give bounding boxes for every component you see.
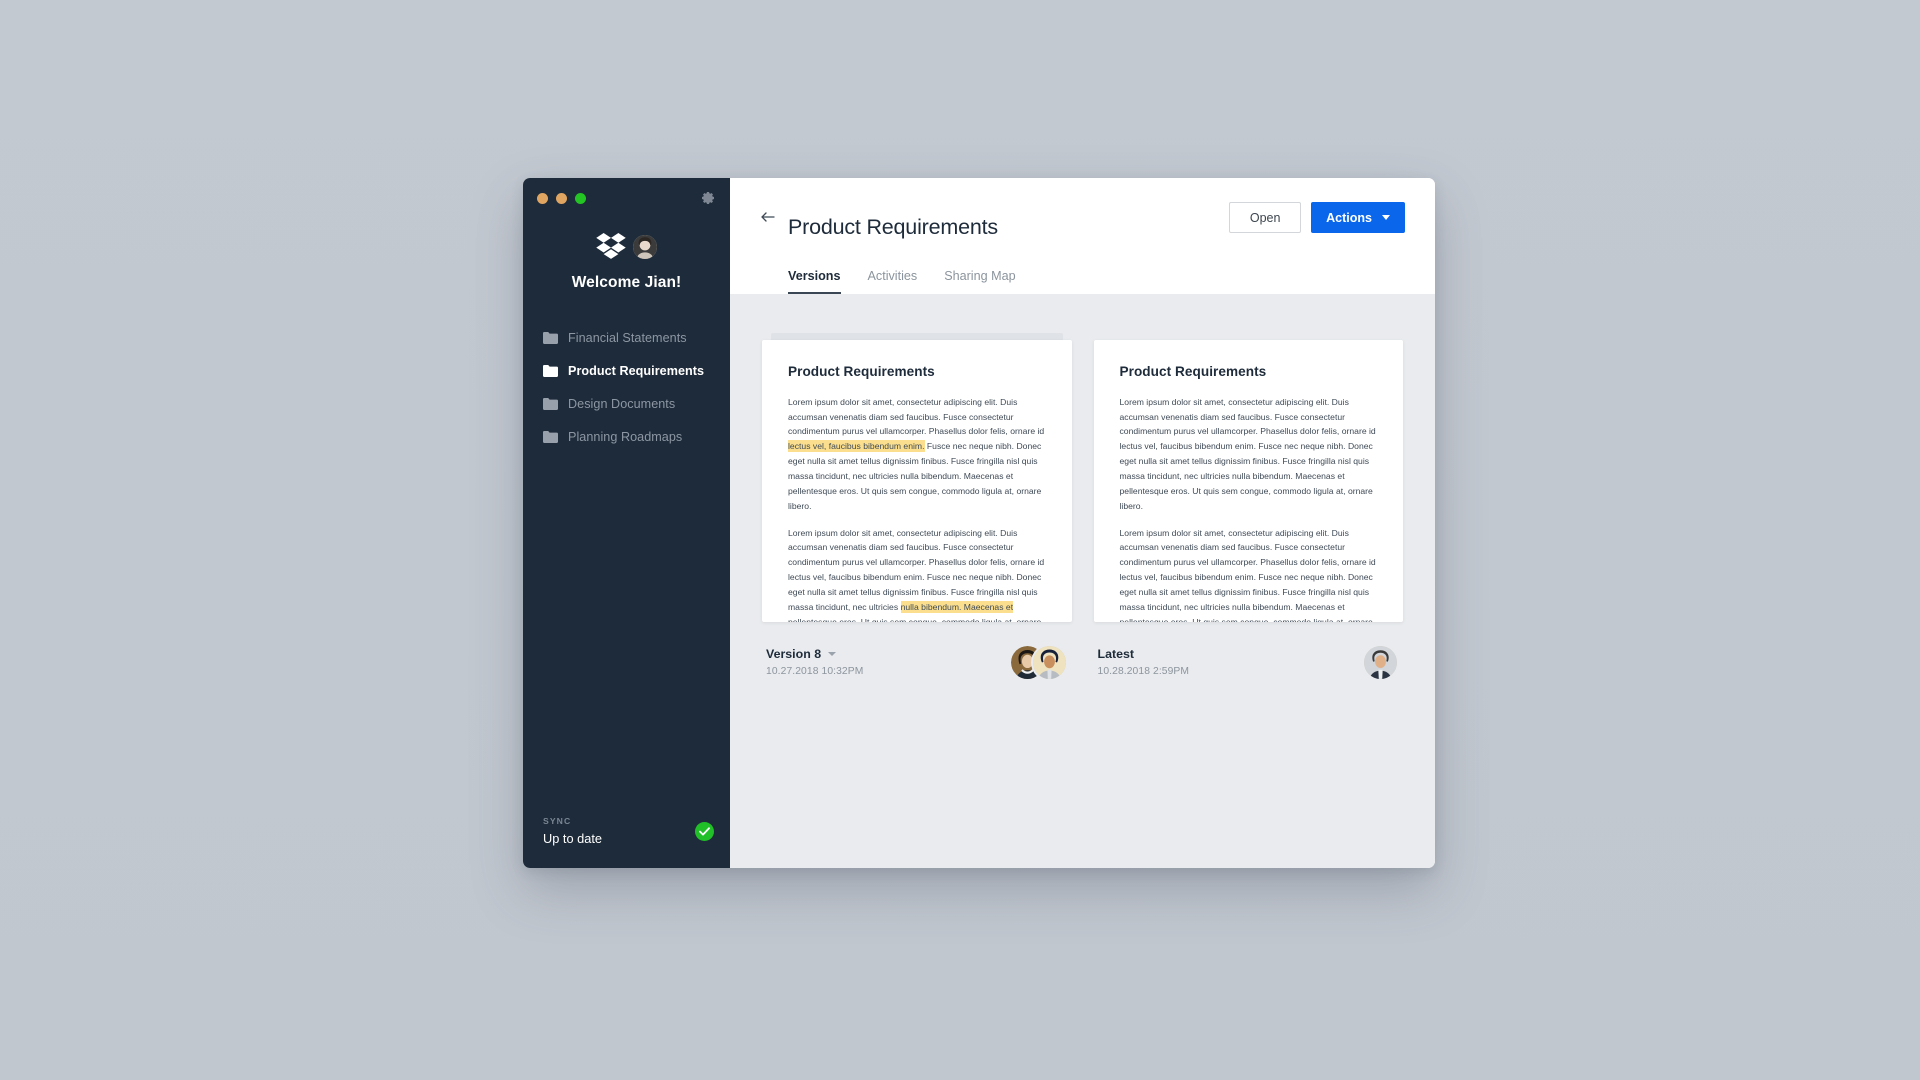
sidebar-item-product-requirements[interactable]: Product Requirements: [543, 361, 730, 381]
version-name-row: Latest: [1098, 647, 1190, 661]
document-stack: Product Requirements Lorem ipsum dolor s…: [762, 332, 1072, 622]
brand-row: [596, 232, 657, 262]
sync-status-text: Up to date: [543, 831, 603, 846]
tab-activities[interactable]: Activities: [868, 269, 918, 294]
sidebar-item-label: Financial Statements: [568, 331, 687, 345]
version-name: Version 8: [766, 647, 822, 662]
avatar: [633, 235, 657, 259]
version-column-left: Product Requirements Lorem ipsum dolor s…: [762, 332, 1072, 868]
tab-bar: Versions Activities Sharing Map: [760, 269, 1405, 294]
avatar[interactable]: [1364, 645, 1397, 679]
highlighted-text: lectus vel, faucibus bibendum enim.: [788, 440, 925, 453]
sidebar-item-label: Design Documents: [568, 397, 676, 411]
version-name-row: Version 8: [766, 647, 863, 661]
version-name: Latest: [1097, 647, 1135, 662]
version-timestamp: 10.28.2018 2:59PM: [1097, 666, 1190, 678]
open-button[interactable]: Open: [1229, 202, 1302, 233]
sidebar-item-design-documents[interactable]: Design Documents: [543, 394, 730, 414]
document-title: Product Requirements: [1119, 363, 1267, 379]
sync-text: SYNC Up to date: [543, 816, 602, 846]
version-collaborator-avatars: [1364, 645, 1399, 679]
sync-status-block: SYNC Up to date: [523, 816, 730, 868]
gear-icon[interactable]: [700, 190, 716, 206]
sidebar: Welcome Jian! Financial Statements Produ…: [523, 178, 730, 868]
arrow-left-icon[interactable]: [760, 209, 776, 225]
actions-button-label: Actions: [1326, 210, 1372, 225]
window-titlebar: [523, 178, 730, 218]
document-stack: Product Requirements Lorem ipsum dolor s…: [1093, 339, 1403, 622]
chevron-down-icon: [1382, 215, 1390, 220]
folder-icon: [543, 398, 558, 410]
traffic-lights: [537, 192, 586, 204]
document-paragraph: Lorem ipsum dolor sit amet, consectetur …: [788, 395, 1046, 514]
desktop-background: Welcome Jian! Financial Statements Produ…: [0, 0, 1920, 1080]
document-preview-card[interactable]: Product Requirements Lorem ipsum dolor s…: [1093, 339, 1403, 622]
document-preview-card[interactable]: Product Requirements Lorem ipsum dolor s…: [762, 339, 1072, 622]
version-meta: Latest 10.28.2018 2:59PM: [1098, 647, 1190, 677]
sync-label: SYNC: [543, 816, 572, 826]
check-circle-icon: [695, 821, 714, 841]
main-panel: Product Requirements Open Actions Versio…: [730, 178, 1435, 868]
sidebar-nav: Financial Statements Product Requirement…: [523, 328, 730, 447]
tab-sharing-map[interactable]: Sharing Map: [944, 269, 1015, 294]
welcome-message: Welcome Jian!: [571, 274, 682, 291]
sidebar-item-label: Product Requirements: [568, 364, 705, 378]
maximize-window-button[interactable]: [575, 192, 586, 204]
header-top-row: Product Requirements Open Actions: [760, 200, 1405, 257]
dropbox-logo-icon: [596, 233, 626, 259]
paragraph-post-text: pellentesque eros. Ut quis sem congue, c…: [788, 617, 1041, 622]
version-timestamp: 10.27.2018 10:32PM: [766, 666, 864, 678]
sidebar-item-planning-roadmaps[interactable]: Planning Roadmaps: [543, 427, 730, 447]
highlighted-text: nulla bibendum. Maecenas et: [900, 600, 1014, 613]
version-footer: Latest 10.28.2018 2:59PM: [1094, 622, 1404, 679]
folder-icon: [543, 332, 558, 344]
header-actions: Open Actions: [1229, 200, 1405, 233]
paragraph-pre-text: Lorem ipsum dolor sit amet, consectetur …: [788, 527, 1045, 612]
sidebar-item-label: Planning Roadmaps: [568, 430, 683, 444]
page-title: Product Requirements: [788, 215, 998, 240]
avatar[interactable]: [1032, 645, 1066, 679]
version-footer: Version 8 10.27.2018 10:32PM: [762, 622, 1072, 679]
dropbox-app-window: Welcome Jian! Financial Statements Produ…: [523, 178, 1435, 868]
document-title: Product Requirements: [788, 363, 935, 379]
sidebar-item-financial-statements[interactable]: Financial Statements: [543, 328, 730, 348]
version-meta: Version 8 10.27.2018 10:32PM: [766, 647, 863, 677]
minimize-window-button[interactable]: [556, 192, 567, 204]
close-window-button[interactable]: [537, 192, 548, 204]
folder-icon: [543, 365, 558, 377]
versions-content: Product Requirements Lorem ipsum dolor s…: [730, 294, 1435, 868]
document-paragraph: Lorem ipsum dolor sit amet, consectetur …: [788, 526, 1046, 622]
paragraph-pre-text: Lorem ipsum dolor sit amet, consectetur …: [788, 396, 1045, 437]
sidebar-brand-block: Welcome Jian!: [523, 232, 730, 292]
tab-versions[interactable]: Versions: [788, 269, 841, 294]
main-header: Product Requirements Open Actions Versio…: [730, 178, 1435, 294]
chevron-down-icon[interactable]: [828, 652, 837, 657]
version-column-right: Product Requirements Lorem ipsum dolor s…: [1093, 339, 1404, 868]
document-paragraph: Lorem ipsum dolor sit amet, consectetur …: [1119, 527, 1376, 622]
version-collaborator-avatars: [1010, 645, 1068, 679]
document-paragraph: Lorem ipsum dolor sit amet, consectetur …: [1119, 396, 1376, 511]
folder-icon: [543, 431, 558, 443]
actions-button[interactable]: Actions: [1311, 202, 1405, 233]
